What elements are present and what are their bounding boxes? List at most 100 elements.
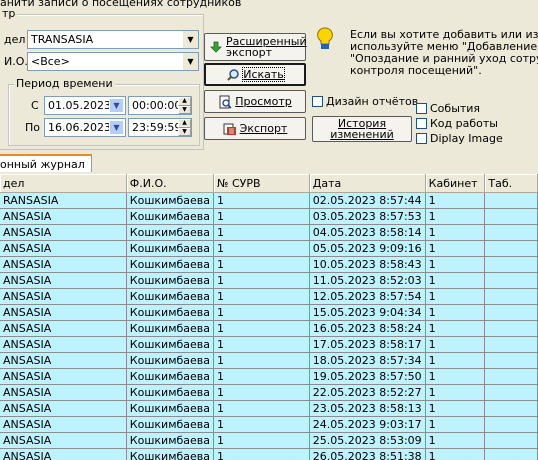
table-row[interactable]: ANSASIA Кошкимбаева 1 15.05.2023 9:04:34 1 — [0, 304, 538, 321]
column-header-room[interactable]: Кабинет — [425, 174, 486, 193]
cell-survey-number: 1 — [213, 368, 310, 385]
report-design-checkbox[interactable]: Дизайн отчётов — [312, 95, 418, 108]
cell-fio: Кошкимбаева — [126, 256, 215, 273]
calendar-dropdown-icon[interactable]: ▼ — [109, 120, 124, 135]
checkbox-box[interactable] — [312, 96, 323, 107]
cell-date: 02.05.2023 8:57:44 — [309, 192, 426, 209]
cell-department: ANSASIA — [0, 400, 127, 417]
table-row[interactable]: ANSASIA Кошкимбаева 1 25.05.2023 8:53:09 1 — [0, 432, 538, 449]
table-row[interactable]: ANSASIA Кошкимбаева 1 11.05.2023 8:52:03 1 — [0, 272, 538, 289]
cell-department: RANSASIA — [0, 192, 127, 209]
department-value: TRANSASIA — [31, 33, 94, 46]
table-row[interactable]: ANSASIA Кошкимбаева 1 22.05.2023 8:52:27 1 — [0, 384, 538, 401]
cell-tab — [484, 352, 538, 369]
table-row[interactable]: ANSASIA Кошкимбаева 1 16.05.2023 8:58:24 1 — [0, 320, 538, 337]
change-history-button[interactable]: История изменений — [312, 116, 412, 142]
cell-date: 03.05.2023 8:57:53 — [309, 208, 426, 225]
checkbox-box[interactable] — [416, 103, 427, 114]
fio-combo[interactable]: <Все> ▼ — [27, 52, 199, 71]
chevron-down-icon[interactable]: ▼ — [183, 53, 198, 70]
table-row[interactable]: ANSASIA Кошкимбаева 1 18.05.2023 8:57:34 1 — [0, 352, 538, 369]
from-time-field[interactable]: 00:00:00 ▲ ▼ — [128, 96, 192, 115]
cell-survey-number: 1 — [213, 336, 310, 353]
cell-department: ANSASIA — [0, 320, 127, 337]
window-title: анити записи о посещениях сотрудников — [0, 0, 242, 9]
table-row[interactable]: ANSASIA Кошкимбаева 1 24.05.2023 9:03:17 1 — [0, 416, 538, 433]
cell-survey-number: 1 — [213, 320, 310, 337]
export-button[interactable]: Экспорт — [204, 117, 306, 140]
info-text: Если вы хотите добавить или изменить з и… — [350, 29, 538, 77]
cell-date: 16.05.2023 8:58:24 — [309, 320, 426, 337]
download-arrow-icon — [210, 41, 222, 53]
cell-date: 10.05.2023 8:58:43 — [309, 256, 426, 273]
preview-button-label: Просмотр — [235, 95, 292, 108]
cell-survey-number: 1 — [213, 448, 310, 460]
cell-room: 1 — [425, 208, 486, 225]
column-header-tab[interactable]: Таб. — [484, 174, 538, 193]
preview-button[interactable]: Просмотр — [204, 90, 306, 113]
department-combo[interactable]: TRANSASIA ▼ — [27, 30, 199, 49]
to-time-field[interactable]: 23:59:59 ▲ ▼ — [128, 118, 192, 137]
to-time-value: 23:59:59 — [132, 121, 182, 134]
table-row[interactable]: ANSASIA Кошкимбаева 1 12.05.2023 8:57:54 1 — [0, 288, 538, 305]
cell-date: 25.05.2023 8:53:09 — [309, 432, 426, 449]
table-row[interactable]: ANSASIA Кошкимбаева 1 10.05.2023 8:58:43 1 — [0, 256, 538, 273]
cell-tab — [484, 336, 538, 353]
cell-tab — [484, 304, 538, 321]
checkbox-box[interactable] — [416, 133, 427, 144]
table-row[interactable]: ANSASIA Кошкимбаева 1 17.05.2023 8:58:17 1 — [0, 336, 538, 353]
cell-room: 1 — [425, 192, 486, 209]
table-row[interactable]: ANSASIA Кошкимбаева 1 04.05.2023 8:58:14 1 — [0, 224, 538, 241]
table-row[interactable]: ANSASIA Кошкимбаева 1 23.05.2023 8:58:13 1 — [0, 400, 538, 417]
cell-fio: Кошкимбаева — [126, 304, 215, 321]
cell-tab — [484, 320, 538, 337]
table-row[interactable]: ANSASIA Кошкимбаева 1 26.05.2023 8:51:38 1 — [0, 448, 538, 460]
cell-date: 17.05.2023 8:58:17 — [309, 336, 426, 353]
cell-room: 1 — [425, 400, 486, 417]
search-button[interactable]: Искать — [204, 63, 306, 86]
cell-department: ANSASIA — [0, 256, 127, 273]
column-header-survey-number[interactable]: № СУРВ — [213, 174, 310, 193]
calendar-dropdown-icon[interactable]: ▼ — [109, 98, 124, 113]
column-header-department[interactable]: дел — [0, 174, 127, 193]
cell-room: 1 — [425, 432, 486, 449]
cell-department: ANSASIA — [0, 224, 127, 241]
cell-department: ANSASIA — [0, 240, 127, 257]
cell-department: ANSASIA — [0, 288, 127, 305]
extended-export-button[interactable]: Расширенный экспорт — [204, 33, 307, 61]
cell-room: 1 — [425, 304, 486, 321]
cell-department: ANSASIA — [0, 368, 127, 385]
from-date-picker[interactable]: 01.05.2023 ▼ — [44, 96, 126, 115]
spinner-icon[interactable]: ▲ ▼ — [178, 119, 191, 136]
spinner-icon[interactable]: ▲ ▼ — [178, 97, 191, 114]
cell-fio: Кошкимбаева — [126, 448, 215, 460]
fio-value: <Все> — [31, 55, 70, 68]
cell-survey-number: 1 — [213, 256, 310, 273]
table-row[interactable]: ANSASIA Кошкимбаева 1 05.05.2023 9:09:16 1 — [0, 240, 538, 257]
from-label: С — [31, 99, 39, 112]
cell-tab — [484, 384, 538, 401]
column-header-fio[interactable]: Ф.И.О. — [126, 174, 215, 193]
cell-survey-number: 1 — [213, 272, 310, 289]
chevron-down-icon[interactable]: ▼ — [183, 31, 198, 48]
cell-room: 1 — [425, 352, 486, 369]
column-header-date[interactable]: Дата — [309, 174, 426, 193]
table-row[interactable]: ANSASIA Кошкимбаева 1 19.05.2023 8:57:50 1 — [0, 368, 538, 385]
table-row[interactable]: ANSASIA Кошкимбаева 1 03.05.2023 8:57:53 1 — [0, 208, 538, 225]
cell-fio: Кошкимбаева — [126, 192, 215, 209]
tab-event-log[interactable]: онный журнал — [0, 154, 92, 172]
events-checkbox[interactable]: События — [416, 102, 480, 115]
work-code-checkbox[interactable]: Код работы — [416, 117, 498, 130]
cell-survey-number: 1 — [213, 192, 310, 209]
export-button-label: Экспорт — [239, 122, 288, 135]
lightbulb-info-icon — [317, 27, 333, 49]
display-image-checkbox[interactable]: Diplay Image — [416, 132, 503, 145]
table-row[interactable]: RANSASIA Кошкимбаева 1 02.05.2023 8:57:44 1 — [0, 192, 538, 209]
display-image-label: Diplay Image — [430, 132, 503, 145]
checkbox-box[interactable] — [416, 118, 427, 129]
cell-date: 15.05.2023 9:04:34 — [309, 304, 426, 321]
to-date-picker[interactable]: 16.06.2023 ▼ — [44, 118, 126, 137]
cell-tab — [484, 400, 538, 417]
cell-survey-number: 1 — [213, 400, 310, 417]
cell-fio: Кошкимбаева — [126, 288, 215, 305]
